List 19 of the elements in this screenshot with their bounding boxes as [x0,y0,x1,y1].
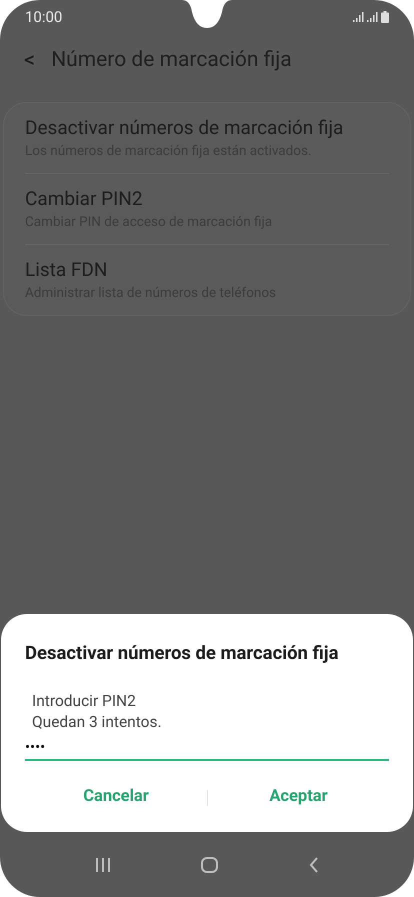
signal-icon [353,12,364,22]
dialog-button[interactable]: Aceptar [208,779,389,816]
pin-field[interactable]: •••• [25,735,389,762]
notch [182,0,232,30]
back-icon[interactable] [308,856,319,872]
back-button[interactable]: < [24,50,36,72]
status-time: 10:00 [25,6,62,28]
recent-apps-icon[interactable] [95,858,112,872]
battery-icon [381,11,389,23]
home-icon[interactable] [201,856,218,872]
dialog-message: Introducir PIN2 [32,691,137,712]
dialog-message: Quedan 3 intentos. [32,712,163,734]
page-title: Número de marcación fija [51,47,292,74]
dialog-title: Desactivar números de marcación fija [25,640,340,666]
settings-item-title: Desactivar números de marcación fija [25,115,344,141]
signal-icon [367,12,378,22]
settings-item-title: Lista FDN [25,257,108,283]
settings-item-title: Cambiar PIN2 [25,186,144,212]
dialog-button[interactable]: Cancelar [25,779,207,816]
